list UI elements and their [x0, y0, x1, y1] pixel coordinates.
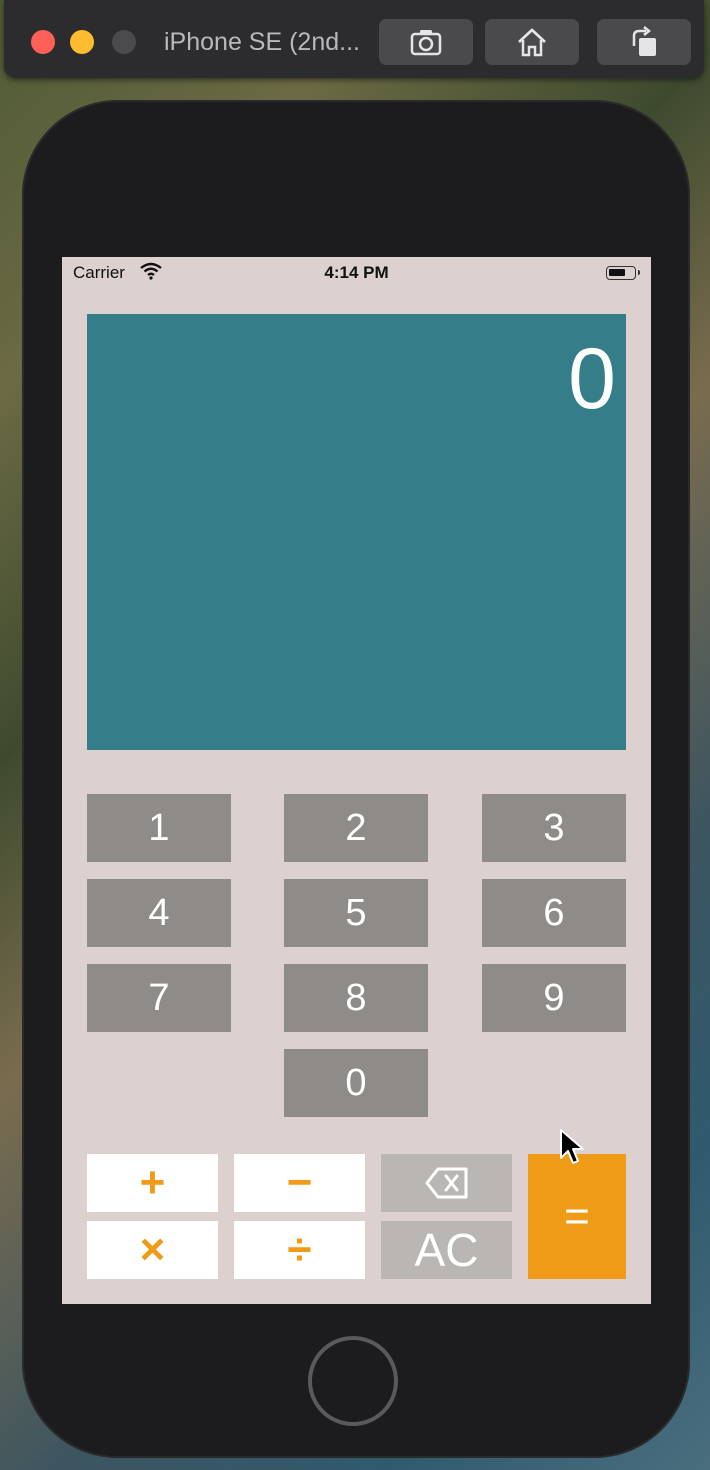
multiply-button[interactable]: × [87, 1221, 218, 1279]
digit-3-button[interactable]: 3 [482, 794, 626, 862]
delete-backward-icon [425, 1167, 467, 1199]
simulator-toolbar: iPhone SE (2nd... [4, 0, 704, 78]
calculator-display: 0 [87, 314, 626, 750]
divide-button[interactable]: ÷ [234, 1221, 365, 1279]
battery-icon [606, 266, 640, 280]
simulator-title: iPhone SE (2nd... [164, 28, 360, 56]
device-home-button[interactable] [308, 1336, 398, 1426]
phone-frame: Carrier 4:14 PM 0 1 2 3 4 5 6 7 8 9 0 + [22, 100, 690, 1458]
digit-6-button[interactable]: 6 [482, 879, 626, 947]
rotate-icon [632, 26, 656, 56]
minus-button[interactable]: − [234, 1154, 365, 1212]
digit-4-button[interactable]: 4 [87, 879, 231, 947]
home-button[interactable] [485, 19, 579, 65]
minimize-window-button[interactable] [70, 30, 94, 54]
digit-5-button[interactable]: 5 [284, 879, 428, 947]
digit-8-button[interactable]: 8 [284, 964, 428, 1032]
digit-9-button[interactable]: 9 [482, 964, 626, 1032]
digit-0-button[interactable]: 0 [284, 1049, 428, 1117]
camera-icon [410, 30, 442, 56]
status-bar: Carrier 4:14 PM [62, 257, 651, 287]
status-time: 4:14 PM [324, 263, 389, 282]
display-value: 0 [568, 331, 616, 427]
digit-1-button[interactable]: 1 [87, 794, 231, 862]
digit-7-button[interactable]: 7 [87, 964, 231, 1032]
screenshot-button[interactable] [379, 19, 473, 65]
mouse-cursor-icon [560, 1129, 584, 1164]
digit-2-button[interactable]: 2 [284, 794, 428, 862]
equals-button[interactable]: = [528, 1154, 626, 1279]
plus-button[interactable]: + [87, 1154, 218, 1212]
zoom-window-button[interactable] [112, 30, 136, 54]
all-clear-button[interactable]: AC [381, 1221, 512, 1279]
close-window-button[interactable] [31, 30, 55, 54]
rotate-button[interactable] [597, 19, 691, 65]
backspace-button[interactable] [381, 1154, 512, 1212]
home-icon [518, 28, 546, 57]
